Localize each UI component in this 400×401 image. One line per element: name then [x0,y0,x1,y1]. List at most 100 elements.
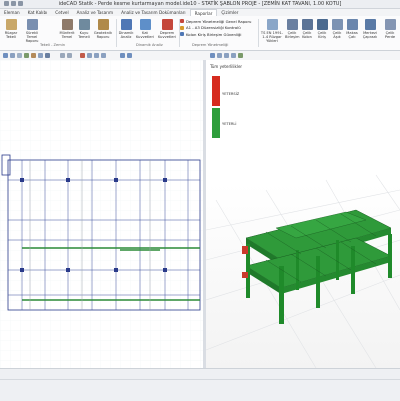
report-icon [180,19,184,24]
group-separator [258,19,259,47]
kolon-kiris-guvenligi-item[interactable]: Kolon Kiriş Birleşim Güvenliği [180,31,258,38]
group-label: Dinamik Analiz [136,43,163,47]
zoom-icon[interactable] [10,53,15,58]
legend-label-yetersiz: YETERSİZ [222,92,240,96]
button-label: Geoteknik Raporu [93,31,113,39]
3d-view[interactable]: Tüm yeterlilikler YETERSİZ YETERLİ [206,60,400,368]
tab-analiz-dokuman[interactable]: Analiz ve Tasarım Dokümanları [117,9,189,16]
title-bar: ideCAD Statik - Perde kesme kurtarmayan … [0,0,400,9]
footing-icon [61,19,73,30]
celik-kolon-button[interactable]: Çelik Kolon [300,19,314,39]
celik-birlesim-button[interactable]: Çelik Birleşim [285,19,300,39]
ruzgar-tekeli-button[interactable]: Rüzgar Tekeli [2,19,20,39]
orbit-icon[interactable] [217,53,222,58]
button-label: TS EN 1991-1-4 Rüzgar Yükleri [260,31,284,43]
group-label: Deprem Yönetmeliği [192,43,229,47]
button-label: Kuyu Temeli [78,31,90,39]
steel-column-icon [301,19,313,30]
legend-bar-yetersiz [212,76,220,106]
move-icon[interactable] [94,53,99,58]
select-icon[interactable] [3,53,8,58]
earthquake-icon [161,19,173,30]
floor-force-icon [139,19,151,30]
failing-member [242,246,248,254]
zoom-extents-icon[interactable] [224,53,229,58]
deprem-report-list: Deprem Yönetmeliği Genel Raporu A1 - A3 … [180,18,258,38]
celik-perde-button[interactable]: Çelik Perde [381,19,399,39]
wind-icon [5,19,17,30]
truss-icon [346,19,358,30]
button-label: Sürekli Temel Raporu [25,31,39,43]
ruzgar-yukleri-button[interactable]: TS EN 1991-1-4 Rüzgar Yükleri [260,19,284,43]
dinamik-analiz-button[interactable]: Dinamik Analiz [118,19,134,39]
button-label: Deprem Kuvvetleri [157,31,176,39]
wireframe-icon[interactable] [238,53,243,58]
dynamic-icon [120,19,132,30]
geoteknik-raporu-button[interactable]: Geoteknik Raporu [93,19,113,39]
render-icon[interactable] [127,53,132,58]
joint-icon [180,32,184,37]
tab-eleman[interactable]: Eleman [0,9,24,16]
well-icon [78,19,90,30]
wind-load-icon [266,19,278,30]
status-bar [0,368,400,401]
legend-title: Tüm yeterlilikler [210,64,243,69]
deprem-genel-raporu-item[interactable]: Deprem Yönetmeliği Genel Raporu [180,18,258,25]
view-icon[interactable] [120,53,125,58]
button-label: Çelik Perde [384,31,396,39]
legend-panel: Tüm yeterlilikler YETERSİZ YETERLİ [210,64,266,144]
button-label: Rüzgar Tekeli [4,31,18,39]
window-title: ideCAD Statik - Perde kesme kurtarmayan … [58,1,342,7]
button-label: Kat Kuvvetleri [135,31,154,39]
surekli-temel-button[interactable]: Sürekli Temel Raporu [22,19,42,43]
merkezi-caprazli-button[interactable]: Merkezi Çaprazlı [360,19,380,39]
rotate-icon[interactable] [101,53,106,58]
steel-beam-icon [316,19,328,30]
button-label: Merkezi Çaprazlı [362,31,378,39]
celik-kiris-button[interactable]: Çelik Kiriş [315,19,329,39]
tab-raporlar[interactable]: Raporlar [189,9,218,16]
purlin-icon [331,19,343,30]
soil-icon [97,19,109,30]
kat-kuvvetleri-button[interactable]: Kat Kuvvetleri [135,19,155,39]
tab-cetvel[interactable]: Cetvel [51,9,72,16]
undo-icon[interactable] [60,53,65,58]
check-icon [180,25,184,30]
legend-label-yeterli: YETERLİ [222,122,237,126]
tab-kat-kalibi[interactable]: Kat Kalıbı [24,9,52,16]
copy-icon[interactable] [87,53,92,58]
3d-view-icon[interactable] [210,53,215,58]
celik-asik-button[interactable]: Çelik Aşık [330,19,344,39]
layer-icon[interactable] [24,53,29,58]
tab-cizimler[interactable]: Çizimler [217,9,242,16]
button-label: Dinamik Analiz [118,31,134,39]
redo-icon[interactable] [67,53,72,58]
status-divider [0,379,400,380]
plan-view[interactable] [0,60,203,368]
steel-wall-icon [384,19,396,30]
foundation-icon [26,19,38,30]
button-label: Çelik Aşık [332,31,342,39]
button-label: Makas Çatı [346,31,358,39]
measure-icon[interactable] [45,53,50,58]
button-label: Çelik Birleşim [285,31,300,39]
delete-icon[interactable] [80,53,85,58]
grid-icon[interactable] [38,53,43,58]
makas-cati-button[interactable]: Makas Çatı [345,19,359,39]
legend-bar-yeterli [212,108,220,138]
snap-icon[interactable] [31,53,36,58]
building-model [242,209,392,324]
shade-icon[interactable] [231,53,236,58]
deprem-kuvvetleri-button[interactable]: Deprem Kuvvetleri [156,19,178,39]
button-label: Çelik Kolon [302,31,312,39]
pan-icon[interactable] [17,53,22,58]
steel-joint-icon [286,19,298,30]
kuyu-temeli-button[interactable]: Kuyu Temeli [76,19,92,39]
button-label: Çelik Kiriş [317,31,327,39]
munferit-temel-button[interactable]: Münferit Temel [58,19,76,39]
group-separator [116,19,117,47]
tab-analiz[interactable]: Analiz ve Tasarım [73,9,117,16]
floor-plan-drawing [0,60,203,368]
group-label: Tekeli - Zemin [40,43,65,47]
failing-member [242,272,248,278]
